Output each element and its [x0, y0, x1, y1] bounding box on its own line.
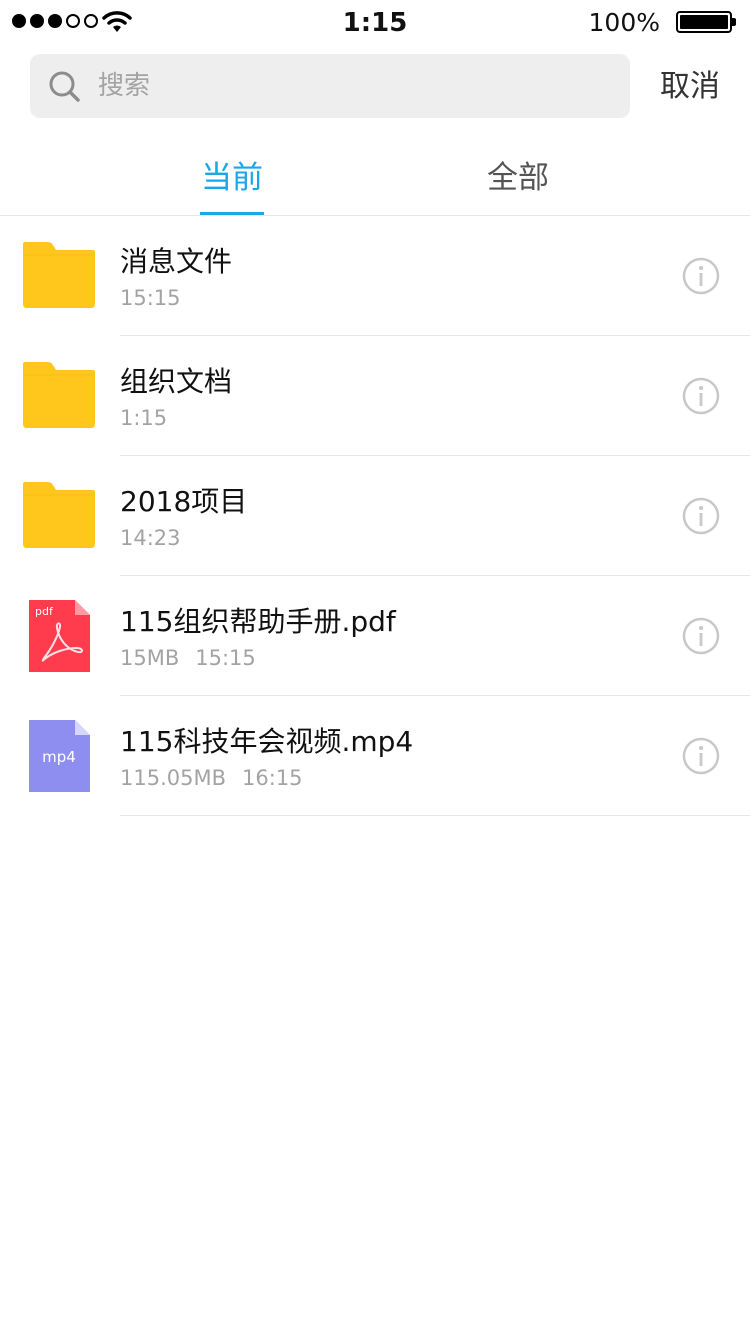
tab-bar: 当前 全部: [0, 140, 750, 216]
file-name: 组织文档: [120, 365, 233, 398]
battery-tip: [732, 18, 736, 26]
info-icon[interactable]: [682, 497, 720, 535]
list-item[interactable]: 组织文档 1:15: [0, 336, 750, 456]
file-time: 14:23: [120, 526, 181, 550]
cancel-button[interactable]: 取消: [650, 62, 730, 112]
tab-all[interactable]: 全部: [480, 152, 556, 216]
battery-icon: [676, 11, 732, 33]
status-bar: 1:15 100%: [0, 0, 750, 44]
file-name: 115科技年会视频.mp4: [120, 725, 414, 758]
mp4-badge: mp4: [42, 748, 76, 766]
file-time: 15:15: [195, 646, 256, 670]
file-time: 1:15: [120, 406, 168, 430]
file-time: 16:15: [242, 766, 303, 790]
file-meta: 15MB 15:15: [120, 646, 256, 670]
tab-current[interactable]: 当前: [196, 152, 268, 216]
info-icon[interactable]: [682, 257, 720, 295]
list-item[interactable]: 2018项目 14:23: [0, 456, 750, 576]
search-bar[interactable]: [30, 54, 630, 118]
file-name: 115组织帮助手册.pdf: [120, 605, 396, 638]
file-size: 15MB: [120, 646, 180, 670]
folder-icon: [23, 482, 95, 548]
pdf-file-icon: pdf: [29, 600, 90, 672]
active-tab-indicator: [200, 212, 264, 215]
search-icon: [49, 71, 80, 102]
file-meta: 115.05MB 16:15: [120, 766, 303, 790]
folder-icon: [23, 362, 95, 428]
mp4-file-icon: mp4: [29, 720, 90, 792]
list-item[interactable]: 消息文件 15:15: [0, 216, 750, 336]
info-icon[interactable]: [682, 377, 720, 415]
search-input[interactable]: [98, 54, 608, 118]
file-size: 115.05MB: [120, 766, 227, 790]
list-item[interactable]: pdf 115组织帮助手册.pdf 15MB 15:15: [0, 576, 750, 696]
file-meta: 15:15: [120, 286, 181, 310]
file-name: 消息文件: [120, 245, 233, 278]
file-time: 15:15: [120, 286, 181, 310]
pdf-badge: pdf: [35, 605, 54, 618]
file-list: 消息文件 15:15 组织文档 1:15 2018项目 14:23 pdf 11…: [0, 216, 750, 816]
folder-icon: [23, 242, 95, 308]
file-meta: 1:15: [120, 406, 167, 430]
list-item[interactable]: mp4 115科技年会视频.mp4 115.05MB 16:15: [0, 696, 750, 816]
file-name: 2018项目: [120, 485, 248, 518]
divider: [120, 815, 750, 816]
file-meta: 14:23: [120, 526, 181, 550]
info-icon[interactable]: [682, 617, 720, 655]
info-icon[interactable]: [682, 737, 720, 775]
battery-percent: 100%: [588, 8, 660, 37]
